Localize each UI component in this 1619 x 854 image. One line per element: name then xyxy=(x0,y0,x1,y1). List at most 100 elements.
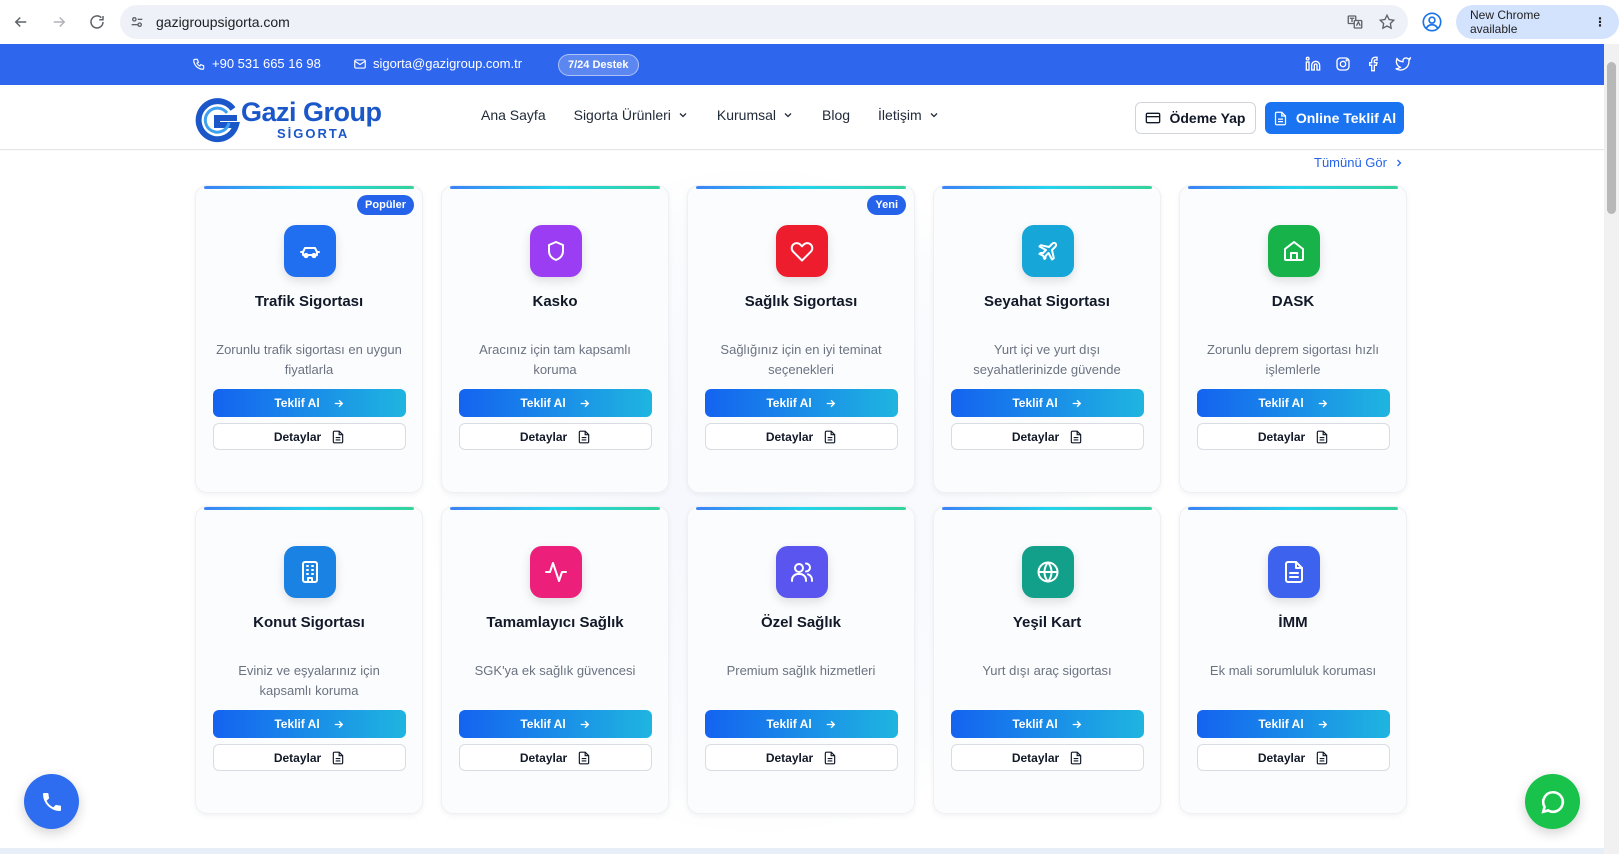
card-description: Eviniz ve eşyalarınız için kapsamlı koru… xyxy=(238,663,380,698)
product-card[interactable]: Özel Sağlık Premium sağlık hizmetleri Tekl… xyxy=(687,506,915,814)
document-icon xyxy=(1070,751,1082,764)
details-button[interactable]: Detaylar xyxy=(1197,744,1390,771)
chat-fab-button[interactable] xyxy=(1525,774,1580,829)
details-button[interactable]: Detaylar xyxy=(951,744,1144,771)
document-icon xyxy=(1316,751,1328,764)
menu-item-ana-sayfa[interactable]: Ana Sayfa xyxy=(481,107,546,123)
product-card[interactable]: Konut Sigortası Eviniz ve eşyalarınız içi… xyxy=(195,506,423,814)
car-icon xyxy=(300,247,320,259)
translate-icon[interactable] xyxy=(1346,13,1364,31)
product-card[interactable]: Yeşil Kart Yurt dışı araç sigortası Teklif… xyxy=(933,506,1161,814)
card-accent-stripe xyxy=(942,186,1152,189)
details-label: Detaylar xyxy=(1011,429,1060,444)
payment-button[interactable]: Ödeme Yap xyxy=(1135,102,1256,134)
details-button[interactable]: Detaylar xyxy=(459,744,652,771)
logo-title: Gazi Group xyxy=(241,96,382,127)
product-card[interactable]: Popüler Trafik Sigortası Zorunlu trafik si… xyxy=(195,185,423,493)
menu-label: Ana Sayfa xyxy=(481,107,546,123)
call-fab-button[interactable] xyxy=(24,774,79,829)
star-icon[interactable] xyxy=(1378,13,1396,31)
card-icon-box xyxy=(776,225,828,277)
linkedin-icon[interactable] xyxy=(1305,56,1321,72)
profile-icon[interactable] xyxy=(1421,11,1443,33)
product-card[interactable]: DASK Zorunlu deprem sigortası hızlı işlem… xyxy=(1179,185,1407,493)
get-quote-button[interactable]: Teklif Al xyxy=(951,389,1144,417)
get-quote-label: Teklif Al xyxy=(766,396,812,410)
get-quote-button[interactable]: Teklif Al xyxy=(459,710,652,738)
card-title: Özel Sağlık xyxy=(760,614,842,631)
reload-button[interactable] xyxy=(80,5,114,39)
product-card[interactable]: Tamamlayıcı Sağlık SGK'ya ek sağlık güven… xyxy=(441,506,669,814)
facebook-icon[interactable] xyxy=(1365,56,1381,72)
get-quote-label: Teklif Al xyxy=(1012,717,1058,731)
product-card[interactable]: Yeni Sağlık Sigortası Sağlığınız için en i… xyxy=(687,185,915,493)
page-scrollbar[interactable] xyxy=(1604,44,1619,854)
arrow-right-icon xyxy=(1072,399,1081,407)
building-icon xyxy=(302,561,318,583)
forward-button[interactable] xyxy=(42,5,76,39)
details-button[interactable]: Detaylar xyxy=(1197,423,1390,450)
product-card[interactable]: İMM Ek mali sorumluluk koruması Teklif Al D… xyxy=(1179,506,1407,814)
get-quote-button[interactable]: Teklif Al xyxy=(705,389,898,417)
mail-icon xyxy=(354,58,366,69)
card-icon-box xyxy=(776,546,828,598)
menu-item-kurumsal[interactable]: Kurumsal xyxy=(717,107,794,123)
phone-link[interactable]: +90 531 665 16 98 xyxy=(192,56,321,71)
scrollbar-thumb[interactable] xyxy=(1607,62,1616,214)
globe-icon xyxy=(1037,561,1059,583)
details-button[interactable]: Detaylar xyxy=(459,423,652,450)
main-menu: Ana Sayfa Sigorta Ürünleri Kurumsal Blog… xyxy=(481,107,940,123)
products-section: Tümünü Gör Popüler Trafik Sigortası Zorunl… xyxy=(0,151,1604,854)
document-icon xyxy=(1274,111,1286,125)
site-logo[interactable]: Gazi Group SİGORTA xyxy=(193,95,382,143)
twitter-icon[interactable] xyxy=(1395,56,1411,72)
online-offer-button[interactable]: Online Teklif Al xyxy=(1265,102,1404,134)
card-description: Aracınız için tam kapsamlı koruma xyxy=(479,342,631,377)
back-button[interactable] xyxy=(4,5,38,39)
get-quote-button[interactable]: Teklif Al xyxy=(213,710,406,738)
more-menu-icon[interactable]: ⋮ xyxy=(1594,15,1606,29)
card-description: SGK'ya ek sağlık güvencesi xyxy=(474,663,636,678)
email-link[interactable]: sigorta@gazigroup.com.tr xyxy=(353,56,522,71)
arrow-right-icon xyxy=(334,399,343,407)
menu-label: Sigorta Ürünleri xyxy=(573,107,671,123)
get-quote-button[interactable]: Teklif Al xyxy=(1197,710,1390,738)
chat-bubble-icon xyxy=(1540,790,1564,814)
details-label: Detaylar xyxy=(1011,750,1060,765)
instagram-icon[interactable] xyxy=(1335,56,1351,72)
details-button[interactable]: Detaylar xyxy=(951,423,1144,450)
get-quote-button[interactable]: Teklif Al xyxy=(951,710,1144,738)
menu-item-sigorta-urunleri[interactable]: Sigorta Ürünleri xyxy=(574,107,689,123)
details-button[interactable]: Detaylar xyxy=(213,744,406,771)
document-icon xyxy=(824,751,836,764)
card-icon-box xyxy=(284,225,336,277)
get-quote-button[interactable]: Teklif Al xyxy=(1197,389,1390,417)
get-quote-button[interactable]: Teklif Al xyxy=(213,389,406,417)
get-quote-label: Teklif Al xyxy=(1258,396,1304,410)
card-title: Konut Sigortası xyxy=(253,614,365,631)
address-bar[interactable]: gazigroupsigorta.com xyxy=(120,5,1408,39)
menu-item-blog[interactable]: Blog xyxy=(822,107,850,123)
get-quote-button[interactable]: Teklif Al xyxy=(705,710,898,738)
details-button[interactable]: Detaylar xyxy=(213,423,406,450)
document-icon xyxy=(332,430,344,443)
arrow-right-icon xyxy=(580,399,589,407)
see-all-link[interactable]: Tümünü Gör xyxy=(1314,155,1405,170)
details-button[interactable]: Detaylar xyxy=(705,423,898,450)
details-label: Detaylar xyxy=(1257,429,1306,444)
get-quote-button[interactable]: Teklif Al xyxy=(459,389,652,417)
card-accent-stripe xyxy=(204,186,414,189)
browser-toolbar: gazigroupsigorta.com New Chrome availabl… xyxy=(0,0,1619,44)
update-chrome-button[interactable]: New Chrome available ⋮ xyxy=(1456,5,1619,39)
product-card[interactable]: Seyahat Sigortası Yurt içi ve yurt dışı s… xyxy=(933,185,1161,493)
document-icon xyxy=(1285,561,1303,583)
site-settings-icon[interactable] xyxy=(120,14,154,30)
card-icon-box xyxy=(1268,225,1320,277)
menu-item-iletisim[interactable]: İletişim xyxy=(878,107,940,123)
document-icon xyxy=(578,430,590,443)
card-icon-box xyxy=(1022,225,1074,277)
product-card[interactable]: Kasko Aracınız için tam kapsamlı koruma Te… xyxy=(441,185,669,493)
details-button[interactable]: Detaylar xyxy=(705,744,898,771)
card-description: Premium sağlık hizmetleri xyxy=(726,663,876,678)
logo-subtitle: SİGORTA xyxy=(277,125,350,141)
